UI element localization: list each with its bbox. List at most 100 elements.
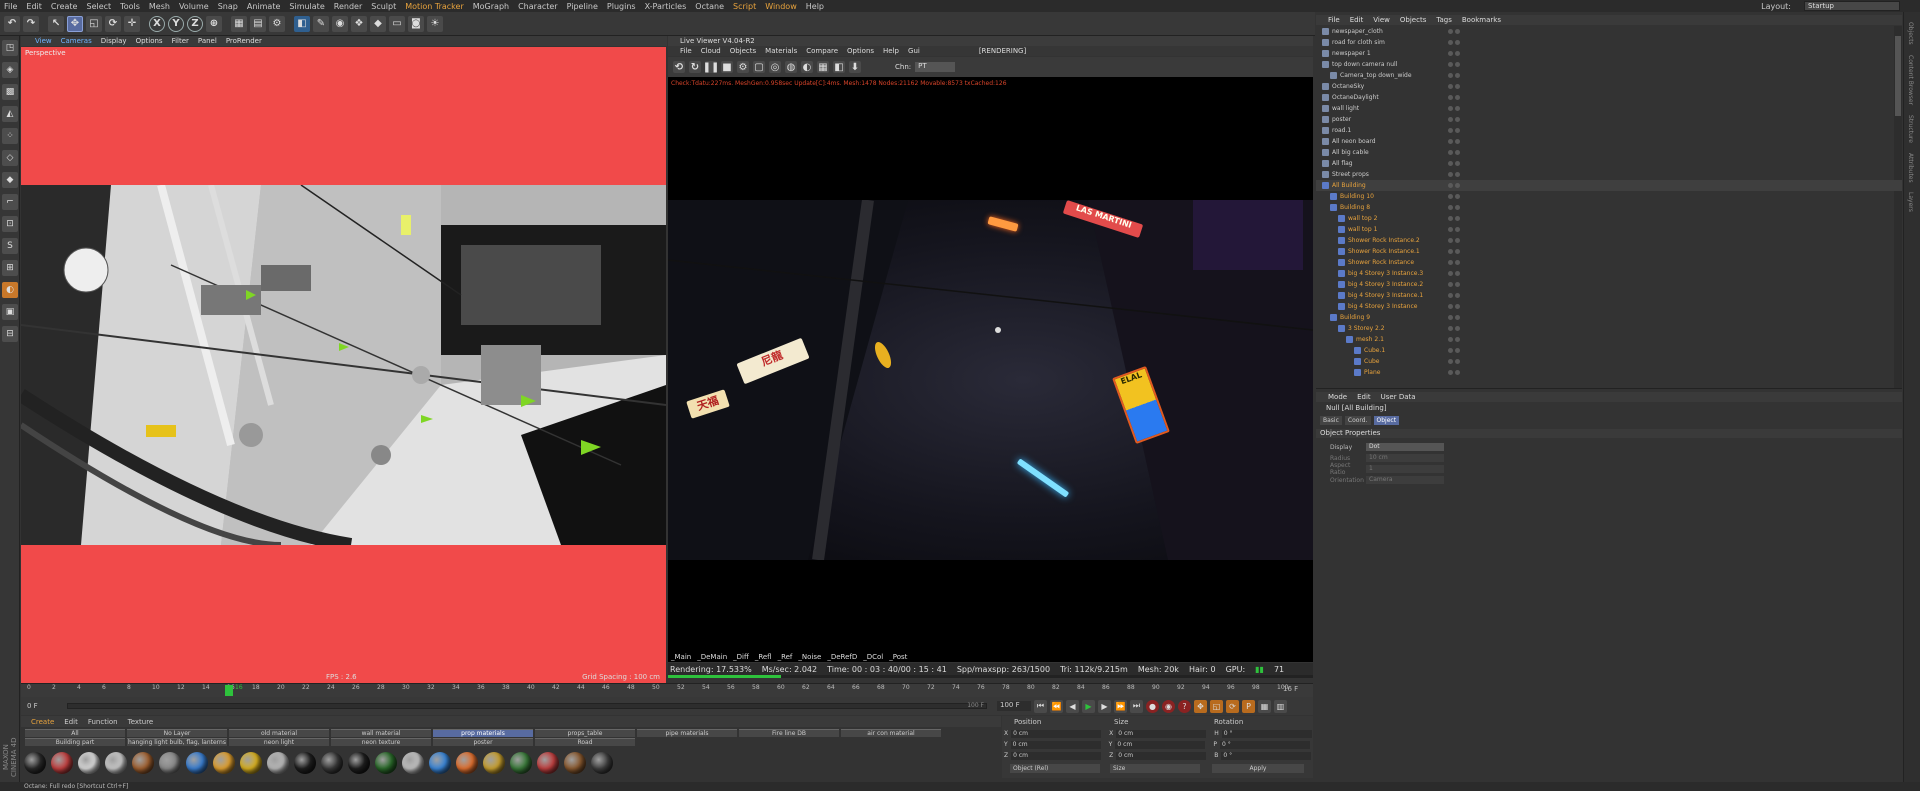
object-row[interactable]: big 4 Storey 3 Instance.3 [1316,268,1902,279]
menu-edit[interactable]: Edit [26,2,42,11]
layer-tab[interactable]: No Layer [127,729,227,737]
position-key-icon[interactable]: ✥ [1194,699,1207,713]
material-swatch[interactable] [591,752,613,774]
material-swatch[interactable] [240,752,262,774]
undo-icon[interactable]: ↶ [4,15,20,32]
rotation-key-icon[interactable]: ⟳ [1226,699,1239,713]
region-render-icon[interactable]: ▢ [753,61,765,73]
layer-tab[interactable]: Building part [25,738,125,746]
material-swatch[interactable] [105,752,127,774]
object-row[interactable]: newspaper 1 [1316,48,1902,59]
menu-animate[interactable]: Animate [247,2,281,11]
aspect-ratio-field[interactable]: 1 [1366,465,1444,473]
lv-menu-cloud[interactable]: Cloud [701,47,721,55]
layer-tab[interactable]: props_table [535,729,635,737]
layer-tab[interactable]: pipe materials [637,729,737,737]
lv-menu-options[interactable]: Options [847,47,874,55]
material-swatch[interactable] [321,752,343,774]
material-swatch[interactable] [537,752,559,774]
menu-volume[interactable]: Volume [179,2,209,11]
object-row[interactable]: Camera_top down_wide [1316,70,1902,81]
am-menu-mode[interactable]: Mode [1328,393,1347,401]
next-frame-icon[interactable]: ▶ [1098,699,1111,713]
om-menu-bookmarks[interactable]: Bookmarks [1462,16,1501,24]
viewport-menu-view[interactable]: View [35,37,52,45]
object-row[interactable]: top down camera null [1316,59,1902,70]
viewport-menu-filter[interactable]: Filter [172,37,189,45]
object-row[interactable]: Plane [1316,367,1902,378]
visibility-flags-icon[interactable] [1448,29,1462,34]
lv-menu-materials[interactable]: Materials [765,47,797,55]
workplane-icon[interactable]: ◐ [2,282,18,298]
object-row[interactable]: Cube.1 [1316,345,1902,356]
tab-basic[interactable]: Basic [1320,416,1342,425]
pick-material-icon[interactable]: ◍ [785,61,797,73]
om-menu-view[interactable]: View [1373,16,1390,24]
menu-plugins[interactable]: Plugins [607,2,636,11]
coord-mode-dropdown[interactable]: Object (Rel) [1010,764,1100,773]
material-swatch[interactable] [429,752,451,774]
viewport-menu-options[interactable]: Options [136,37,163,45]
select-tool-icon[interactable]: ↖ [48,15,64,32]
object-row[interactable]: newspaper_cloth [1316,26,1902,37]
lv-settings-icon[interactable]: ⚙ [737,61,749,73]
visibility-flags-icon[interactable] [1448,326,1462,331]
object-row[interactable]: big 4 Storey 3 Instance.2 [1316,279,1902,290]
snap-icon[interactable]: S [2,238,18,254]
object-row[interactable]: wall light [1316,103,1902,114]
size-y-field[interactable]: 0 cm [1115,740,1206,749]
pla-key-icon[interactable]: ▦ [1258,699,1271,713]
visibility-flags-icon[interactable] [1448,238,1462,243]
visibility-flags-icon[interactable] [1448,128,1462,133]
menu-render[interactable]: Render [334,2,362,11]
layer-tab[interactable]: Fire line DB [739,729,839,737]
visibility-flags-icon[interactable] [1448,139,1462,144]
visibility-flags-icon[interactable] [1448,315,1462,320]
om-menu-tags[interactable]: Tags [1436,16,1452,24]
timeline-playhead[interactable] [225,685,233,696]
polygons-mode-icon[interactable]: ◆ [2,172,18,188]
material-swatch[interactable] [375,752,397,774]
timeline-current-frame-field[interactable]: 16 F [1283,685,1298,693]
live-viewer-canvas[interactable]: Check:Tdatu:227ms. MeshGen:0.958sec Upda… [668,77,1313,662]
lock-workplane-icon[interactable]: ▣ [2,304,18,320]
object-row[interactable]: poster [1316,114,1902,125]
layer-tab[interactable]: hanging light bulb, flag, lanterns [127,738,227,746]
menu-character[interactable]: Character [518,2,558,11]
floor-icon[interactable]: ▭ [389,15,405,32]
rotate-tool-icon[interactable]: ⟳ [105,15,121,32]
deformer-icon[interactable]: ◆ [370,15,386,32]
object-row[interactable]: wall top 2 [1316,213,1902,224]
coordinate-system-icon[interactable]: ⊕ [206,15,222,32]
pass-demain[interactable]: _DeMain [697,653,727,661]
viewport-menu-prorender[interactable]: ProRender [226,37,262,45]
pass-post[interactable]: _Post [889,653,907,661]
visibility-flags-icon[interactable] [1448,95,1462,100]
edges-mode-icon[interactable]: ◇ [2,150,18,166]
pass-dcol[interactable]: _DCol [863,653,883,661]
object-row[interactable]: Building 9 [1316,312,1902,323]
camera-icon[interactable]: ◙ [408,15,424,32]
menu-motion-tracker[interactable]: Motion Tracker [405,2,464,11]
layer-tab[interactable]: old material [229,729,329,737]
layer-tab[interactable]: air con material [841,729,941,737]
menu-window[interactable]: Window [765,2,797,11]
pass-derefd[interactable]: _DeRefD [827,653,857,661]
strip-tab-content-browser[interactable]: Content Browser [1907,55,1914,105]
restart-render-icon[interactable]: ↻ [689,61,701,73]
am-menu-user-data[interactable]: User Data [1381,393,1416,401]
send-scene-icon[interactable]: ⟲ [673,61,685,73]
object-manager-list[interactable]: newspaper_cloth road for cloth sim newspap… [1316,26,1902,389]
move-tool-icon[interactable]: ✥ [67,15,83,32]
material-swatch[interactable] [213,752,235,774]
material-swatch[interactable] [456,752,478,774]
visibility-flags-icon[interactable] [1448,304,1462,309]
visibility-flags-icon[interactable] [1448,348,1462,353]
strip-tab-layers[interactable]: Layers [1907,192,1914,212]
sub-sampling-icon[interactable]: ▦ [817,61,829,73]
material-swatch[interactable] [159,752,181,774]
rotation-p-field[interactable]: 0 ° [1219,740,1310,749]
menu-simulate[interactable]: Simulate [289,2,324,11]
object-row[interactable]: Shower Rock Instance.2 [1316,235,1902,246]
menu-x-particles[interactable]: X-Particles [645,2,687,11]
